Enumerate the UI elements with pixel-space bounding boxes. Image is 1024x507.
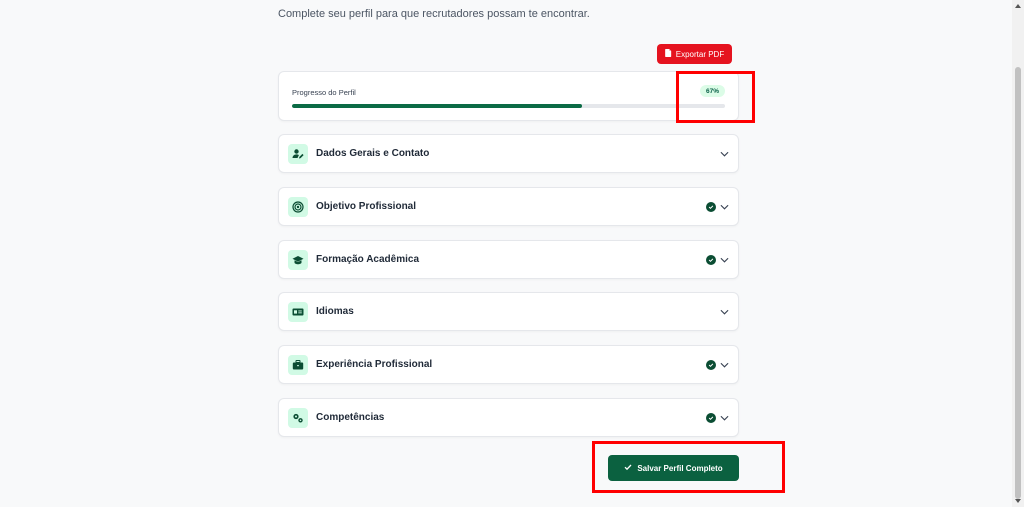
completed-check-icon bbox=[706, 412, 716, 423]
section-idiomas[interactable]: Idiomas bbox=[278, 292, 739, 331]
section-title: Competências bbox=[316, 412, 385, 423]
save-profile-label: Salvar Perfil Completo bbox=[637, 463, 723, 473]
section-dados-gerais[interactable]: Dados Gerais e Contato bbox=[278, 134, 739, 173]
completed-check-icon bbox=[706, 359, 716, 370]
id-card-icon bbox=[288, 301, 308, 322]
chevron-down-icon[interactable] bbox=[720, 309, 729, 315]
chevron-down-icon[interactable] bbox=[720, 204, 729, 210]
scrollbar-thumb[interactable] bbox=[1015, 67, 1021, 499]
section-title: Formação Acadêmica bbox=[316, 254, 420, 265]
export-pdf-label: Exportar PDF bbox=[675, 49, 725, 59]
chevron-down-icon[interactable] bbox=[720, 257, 729, 263]
section-competencias[interactable]: Competências bbox=[278, 398, 739, 437]
check-icon bbox=[624, 463, 632, 473]
chevron-down-icon[interactable] bbox=[720, 151, 729, 157]
save-profile-button[interactable]: Salvar Perfil Completo bbox=[608, 455, 739, 481]
section-experiencia-profissional[interactable]: Experiência Profissional bbox=[278, 345, 739, 384]
section-title: Objetivo Profissional bbox=[316, 201, 417, 212]
page-subtitle: Complete seu perfil para que recrutadore… bbox=[278, 8, 590, 20]
section-objetivo-profissional[interactable]: Objetivo Profissional bbox=[278, 187, 739, 226]
completed-check-icon bbox=[706, 254, 716, 265]
gears-icon bbox=[288, 407, 308, 428]
section-title: Idiomas bbox=[316, 306, 354, 317]
section-title: Experiência Profissional bbox=[316, 359, 433, 370]
chevron-down-icon[interactable] bbox=[720, 415, 729, 421]
section-formacao-academica[interactable]: Formação Acadêmica bbox=[278, 240, 739, 279]
chevron-down-icon[interactable] bbox=[720, 362, 729, 368]
scroll-up-icon[interactable] bbox=[1015, 4, 1021, 8]
progress-percent-badge: 67% bbox=[699, 85, 725, 97]
briefcase-icon bbox=[288, 354, 308, 375]
scroll-down-icon[interactable] bbox=[1015, 499, 1021, 503]
progress-bar bbox=[292, 104, 725, 108]
graduation-cap-icon bbox=[288, 249, 308, 270]
target-icon bbox=[288, 196, 308, 217]
section-title: Dados Gerais e Contato bbox=[316, 148, 430, 159]
profile-progress-card: Progresso do Perfil 67% bbox=[278, 71, 739, 121]
user-edit-icon bbox=[288, 143, 308, 164]
progress-label: Progresso do Perfil bbox=[292, 88, 356, 97]
completed-check-icon bbox=[706, 201, 716, 212]
scrollbar[interactable] bbox=[1012, 0, 1024, 507]
file-pdf-icon bbox=[664, 49, 672, 59]
progress-bar-fill bbox=[292, 104, 583, 108]
export-pdf-button[interactable]: Exportar PDF bbox=[657, 44, 732, 64]
